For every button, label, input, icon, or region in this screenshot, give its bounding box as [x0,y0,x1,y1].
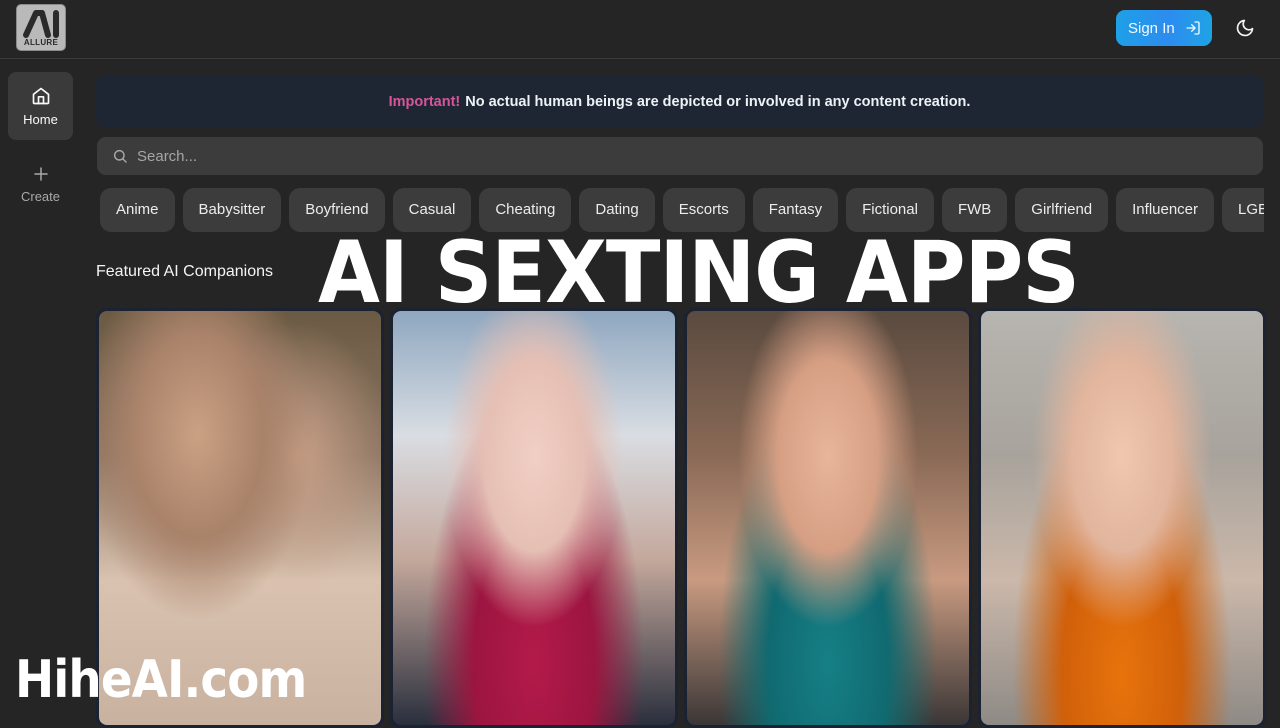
overlay-headline: AI SEXTING APPS [318,223,1080,323]
sign-in-button[interactable]: Sign In [1116,10,1212,46]
ai-logo-mark-icon [23,10,59,38]
category-chip-babysitter[interactable]: Babysitter [182,188,282,232]
companion-card[interactable] [390,308,678,728]
watermark-text: HiheAI.com [15,650,307,710]
sign-in-label: Sign In [1128,19,1175,37]
companion-photo [393,311,675,725]
companion-card[interactable] [684,308,972,728]
theme-toggle-button[interactable] [1230,13,1260,43]
category-chip-anime[interactable]: Anime [100,188,175,232]
allure-logo[interactable]: ALLURE [16,4,66,51]
companion-photo [981,311,1263,725]
notice-banner: Important! No actual human beings are de… [96,76,1263,127]
category-chip-influencer[interactable]: Influencer [1116,188,1215,232]
top-bar: ALLURE Sign In [0,0,1280,59]
notice-message: No actual human beings are depicted or i… [465,93,971,110]
logo-text: ALLURE [23,38,59,47]
search-icon [113,149,127,163]
companion-card[interactable] [978,308,1266,728]
plus-icon [33,166,48,181]
search-input[interactable] [137,147,1137,165]
home-icon [32,87,49,104]
companion-photo [687,311,969,725]
sidebar-item-label: Create [20,188,61,204]
featured-section-title: Featured AI Companions [96,263,273,280]
sidebar: Home Create [0,60,82,716]
log-in-icon [1186,21,1200,35]
sidebar-item-create[interactable]: Create [8,150,73,218]
search-bar[interactable] [97,137,1263,175]
sidebar-item-label: Home [23,111,58,127]
moon-icon [1236,19,1254,37]
category-chip-lgbtq[interactable]: LGBTQ [1222,188,1264,232]
notice-highlight: Important! [388,93,461,110]
sidebar-item-home[interactable]: Home [8,72,73,140]
